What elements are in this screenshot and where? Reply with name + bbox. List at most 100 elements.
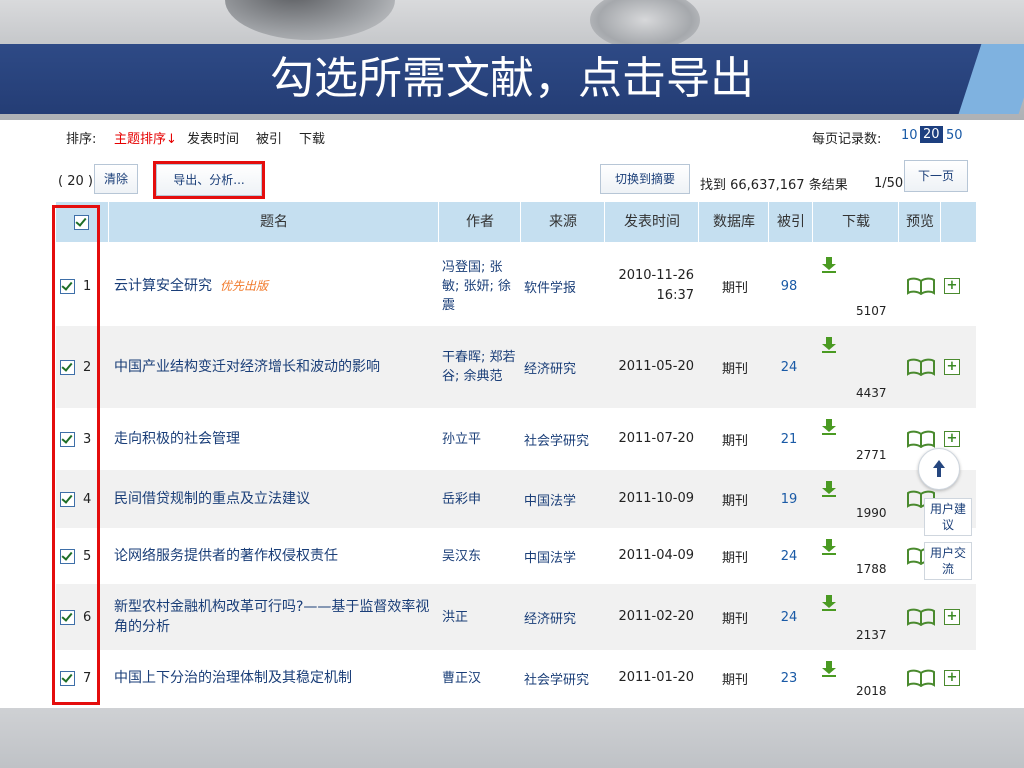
row-download-count: 2137: [856, 628, 887, 642]
user-feedback-tab[interactable]: 用户建议: [924, 498, 972, 536]
download-arrow-icon[interactable]: [820, 256, 838, 274]
row-cited-count[interactable]: 23: [772, 650, 806, 706]
table-row: 7 中国上下分治的治理体制及其稳定机制 曹正汉 社会学研究 2011-01-20…: [56, 650, 976, 706]
row-title-link[interactable]: 中国上下分治的治理体制及其稳定机制: [114, 668, 352, 688]
plus-icon[interactable]: +: [944, 359, 960, 375]
row-title-link[interactable]: 民间借贷规制的重点及立法建议: [114, 489, 310, 509]
arrow-up-icon[interactable]: [918, 448, 960, 490]
sort-bar: 排序: 主题排序↓ 发表时间 被引 下载 每页记录数: 10 20 50: [56, 126, 976, 147]
row-download-count: 1788: [856, 562, 887, 576]
header-spacer: [940, 202, 977, 242]
row-cited-count[interactable]: 19: [772, 470, 806, 528]
row-author[interactable]: 岳彩申: [442, 470, 516, 528]
per-page-20-selected[interactable]: 20: [920, 126, 943, 143]
download-arrow-icon[interactable]: [820, 336, 838, 354]
download-arrow-icon[interactable]: [820, 594, 838, 612]
row-date: 2010-11-26 16:37: [618, 268, 694, 303]
row-author[interactable]: 冯登国; 张敏; 张妍; 徐震: [442, 246, 516, 326]
row-title-cell: 中国上下分治的治理体制及其稳定机制: [114, 650, 432, 706]
sort-label: 排序:: [66, 132, 97, 147]
header-date[interactable]: 发表时间: [604, 202, 699, 242]
header-download[interactable]: 下载: [812, 202, 899, 242]
row-author[interactable]: 孙立平: [442, 408, 516, 470]
export-analyze-button[interactable]: 导出、分析...: [153, 161, 265, 199]
download-arrow-icon[interactable]: [820, 660, 838, 678]
row-download-cell: 2018: [814, 650, 894, 706]
open-book-icon[interactable]: [906, 358, 936, 376]
per-page-10-link[interactable]: 10: [901, 128, 918, 143]
row-date: 2011-01-20: [618, 670, 694, 685]
download-arrow-icon[interactable]: [820, 538, 838, 556]
row-source[interactable]: 中国法学: [524, 528, 604, 584]
download-arrow-icon[interactable]: [820, 480, 838, 498]
row-title-link[interactable]: 中国产业结构变迁对经济增长和波动的影响: [114, 357, 380, 377]
row-title-link[interactable]: 新型农村金融机构改革可行吗?——基于监督效率视角的分析: [114, 597, 432, 637]
search-results-panel: 排序: 主题排序↓ 发表时间 被引 下载 每页记录数: 10 20 50 ( 2…: [56, 120, 976, 708]
row-database: 期刊: [721, 672, 748, 688]
row-author[interactable]: 曹正汉: [442, 650, 516, 706]
next-page-button[interactable]: 下一页: [904, 160, 968, 192]
sort-by-cited-link[interactable]: 被引: [256, 128, 282, 147]
row-author[interactable]: 干春晖; 郑若谷; 余典范: [442, 326, 516, 408]
row-cited-count[interactable]: 24: [772, 528, 806, 584]
download-arrow-icon[interactable]: [820, 418, 838, 436]
row-source[interactable]: 社会学研究: [524, 650, 604, 706]
open-book-icon[interactable]: [906, 669, 936, 687]
row-title-cell: 新型农村金融机构改革可行吗?——基于监督效率视角的分析: [114, 584, 432, 650]
row-author[interactable]: 吴汉东: [442, 528, 516, 584]
table-row: 6 新型农村金融机构改革可行吗?——基于监督效率视角的分析 洪正 经济研究 20…: [56, 584, 976, 650]
row-source[interactable]: 中国法学: [524, 470, 604, 528]
clear-button[interactable]: 清除: [94, 164, 138, 194]
row-cited-count[interactable]: 21: [772, 408, 806, 470]
header-cited[interactable]: 被引: [768, 202, 813, 242]
switch-to-abstract-button[interactable]: 切换到摘要: [600, 164, 690, 194]
sort-by-topic-link[interactable]: 主题排序↓: [114, 128, 177, 147]
row-download-count: 1990: [856, 506, 887, 520]
open-book-icon[interactable]: [906, 608, 936, 626]
row-source[interactable]: 社会学研究: [524, 408, 604, 470]
plus-icon[interactable]: +: [944, 278, 960, 294]
row-cited-count[interactable]: 24: [772, 584, 806, 650]
row-database: 期刊: [721, 280, 748, 296]
decorative-blob: [225, 0, 395, 40]
plus-icon[interactable]: +: [944, 609, 960, 625]
row-source[interactable]: 经济研究: [524, 326, 604, 408]
open-book-icon[interactable]: [906, 430, 936, 448]
slide-footer-band: [0, 708, 1024, 768]
row-source[interactable]: 软件学报: [524, 246, 604, 326]
sort-by-download-link[interactable]: 下载: [299, 128, 325, 147]
row-download-cell: 5107: [814, 246, 894, 326]
row-date: 2011-02-20: [618, 609, 694, 624]
row-title-link[interactable]: 论网络服务提供者的著作权侵权责任: [114, 546, 338, 566]
table-header: 题名 作者 来源 发表时间 数据库 被引 下载 预览: [56, 202, 976, 242]
row-download-count: 5107: [856, 304, 887, 318]
header-author[interactable]: 作者: [438, 202, 521, 242]
user-exchange-tab[interactable]: 用户交流: [924, 542, 972, 580]
header-database[interactable]: 数据库: [698, 202, 769, 242]
per-page-50-link[interactable]: 50: [946, 128, 963, 143]
row-title-cell: 走向积极的社会管理: [114, 408, 432, 470]
row-preview-cell: +: [902, 650, 972, 706]
row-download-cell: 1990: [814, 470, 894, 528]
sort-by-date-link[interactable]: 发表时间: [187, 128, 239, 147]
row-title-link[interactable]: 走向积极的社会管理: [114, 429, 240, 449]
row-database: 期刊: [721, 433, 748, 449]
row-date: 2011-10-09: [618, 491, 694, 506]
open-book-icon[interactable]: [906, 277, 936, 295]
table-row: 1 云计算安全研究 优先出版 冯登国; 张敏; 张妍; 徐震 软件学报 2010-…: [56, 246, 976, 326]
row-title-link[interactable]: 云计算安全研究: [114, 276, 212, 296]
row-database: 期刊: [721, 493, 748, 509]
row-cited-count[interactable]: 98: [772, 246, 806, 326]
plus-icon[interactable]: +: [944, 431, 960, 447]
row-download-count: 2771: [856, 448, 887, 462]
row-cited-count[interactable]: 24: [772, 326, 806, 408]
row-preview-cell: +: [902, 246, 972, 326]
row-download-cell: 2137: [814, 584, 894, 650]
plus-icon[interactable]: +: [944, 670, 960, 686]
row-download-cell: 2771: [814, 408, 894, 470]
row-author[interactable]: 洪正: [442, 584, 516, 650]
table-row: 3 走向积极的社会管理 孙立平 社会学研究 2011-07-20 期刊 21 2…: [56, 408, 976, 470]
header-source[interactable]: 来源: [520, 202, 605, 242]
header-title[interactable]: 题名: [108, 202, 439, 242]
row-source[interactable]: 经济研究: [524, 584, 604, 650]
